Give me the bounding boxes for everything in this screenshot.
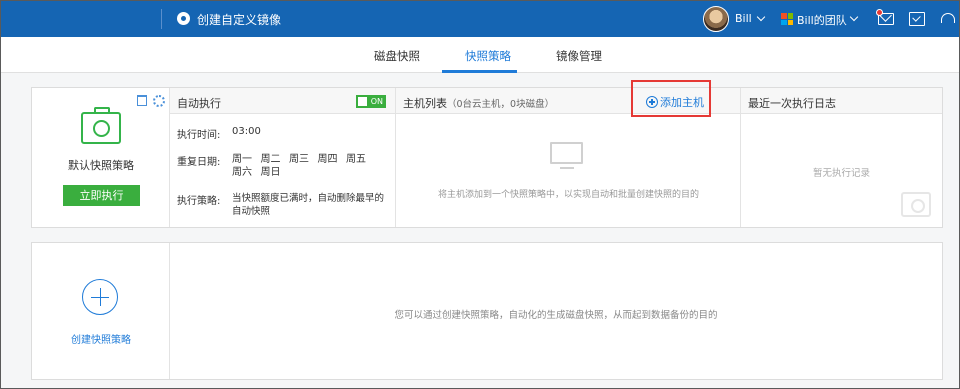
auto-execute-title: 自动执行	[177, 97, 221, 110]
time-value: 03:00	[232, 126, 261, 137]
day-item: 周日	[260, 167, 281, 178]
topbar-divider	[161, 9, 162, 29]
trash-icon[interactable]	[137, 95, 147, 106]
app-window: 创建自定义镜像 Bill Bill的团队 磁盘快照 快照策略 镜像管理 默认快照…	[0, 0, 960, 389]
user-name[interactable]: Bill	[735, 12, 752, 25]
create-policy-card: 创建快照策略 您可以通过创建快照策略，自动化的生成磁盘快照，从而起到数据备份的目…	[31, 242, 943, 380]
tab-image-management[interactable]: 镜像管理	[556, 48, 602, 64]
execution-log-header: 最近一次执行日志	[741, 88, 942, 114]
auto-execute-header: 自动执行 ON	[170, 88, 395, 114]
execution-log-panel: 最近一次执行日志 暂无执行记录	[741, 88, 942, 227]
create-policy-link[interactable]: 创建快照策略	[32, 331, 170, 346]
host-list-title-text: 主机列表	[403, 97, 447, 110]
active-tab-indicator	[442, 70, 517, 73]
day-item: 周五	[346, 154, 366, 165]
repeat-days: 周一 周二 周三 周四 周五 周六 周日	[232, 153, 382, 179]
app-title[interactable]: 创建自定义镜像	[197, 11, 281, 28]
team-name[interactable]: Bill的团队	[797, 12, 847, 28]
run-now-button[interactable]: 立即执行	[63, 185, 140, 206]
camera-icon	[81, 107, 121, 144]
toggle-label: ON	[370, 97, 383, 106]
monitor-icon	[550, 142, 583, 169]
add-host-label: 添加主机	[660, 96, 704, 109]
execution-log-title: 最近一次执行日志	[748, 97, 836, 110]
toggle-knob	[358, 97, 367, 106]
policy-card: 默认快照策略 立即执行 自动执行 ON 执行时间: 03:00 重复日期: 周一…	[31, 87, 943, 228]
tab-snapshot-policy[interactable]: 快照策略	[465, 48, 511, 64]
auto-execute-panel: 自动执行 ON 执行时间: 03:00 重复日期: 周一 周二 周三 周四 周五…	[170, 88, 396, 227]
plus-circle-icon	[646, 96, 658, 108]
chevron-down-icon[interactable]	[849, 12, 859, 22]
add-host-button[interactable]: 添加主机	[646, 94, 704, 110]
task-icon[interactable]	[909, 12, 925, 26]
chevron-down-icon[interactable]	[756, 12, 766, 22]
camera-icon	[901, 192, 931, 217]
policy-name: 默认快照策略	[68, 159, 134, 172]
plus-circle-icon[interactable]	[82, 279, 118, 315]
strategy-value: 当快照额度已满时，自动删除最早的自动快照	[232, 193, 385, 217]
day-item: 周六	[232, 167, 252, 178]
windows-icon	[781, 13, 793, 25]
tab-bar: 磁盘快照 快照策略 镜像管理	[1, 37, 959, 73]
tab-disk-snapshot[interactable]: 磁盘快照	[374, 48, 420, 64]
time-label: 执行时间:	[177, 130, 221, 141]
policy-summary: 默认快照策略 立即执行	[32, 88, 170, 227]
image-app-icon	[177, 12, 190, 25]
day-item: 周一	[232, 154, 252, 165]
create-policy-message: 您可以通过创建快照策略，自动化的生成磁盘快照，从而起到数据备份的目的	[394, 310, 718, 321]
repeat-label: 重复日期:	[177, 157, 221, 168]
create-policy-panel[interactable]: 创建快照策略	[32, 243, 170, 379]
notification-dot	[876, 9, 883, 16]
host-list-empty-text: 将主机添加到一个快照策略中，以实现自动和批量创建快照的目的	[437, 190, 699, 200]
strategy-label: 执行策略:	[177, 196, 221, 207]
auto-execute-toggle[interactable]: ON	[356, 95, 386, 108]
host-list-count: （0台云主机，0块磁盘）	[447, 99, 555, 110]
gear-icon[interactable]	[153, 95, 165, 107]
avatar[interactable]	[703, 6, 729, 32]
day-item: 周四	[317, 154, 338, 165]
headset-icon[interactable]	[941, 13, 955, 23]
top-bar: 创建自定义镜像 Bill Bill的团队	[1, 1, 959, 37]
day-item: 周二	[260, 154, 281, 165]
host-list-title: 主机列表（0台云主机，0块磁盘）	[403, 95, 554, 111]
execution-log-empty: 暂无执行记录	[812, 168, 870, 179]
day-item: 周三	[289, 154, 309, 165]
